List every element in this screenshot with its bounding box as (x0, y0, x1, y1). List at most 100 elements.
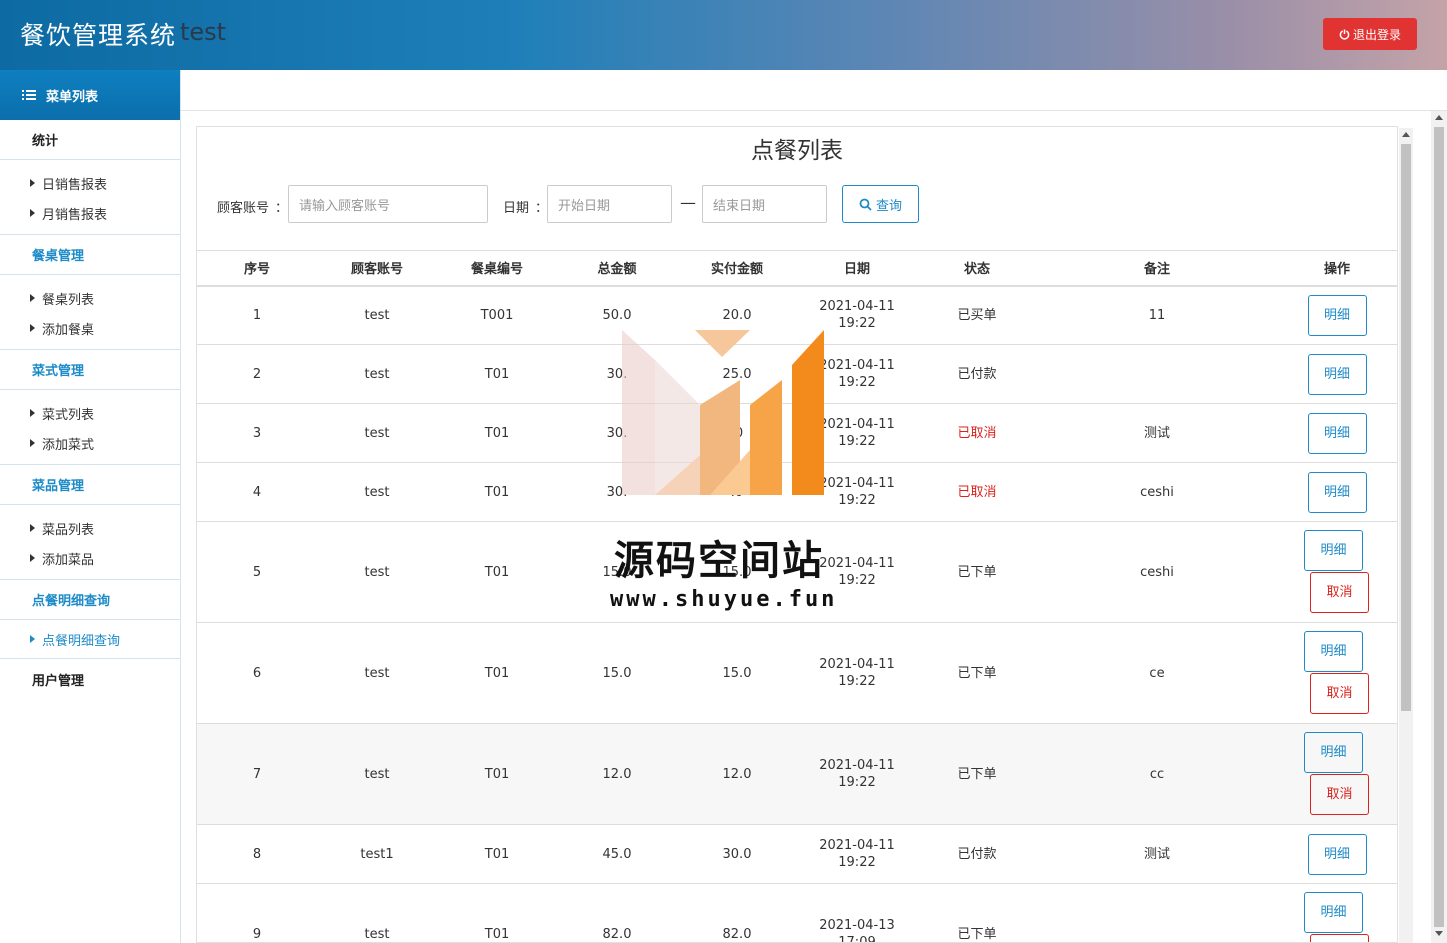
cancel-button[interactable]: 取消 (1310, 934, 1369, 942)
cell-note (1037, 344, 1277, 404)
scroll-up-arrow-icon[interactable] (1402, 132, 1410, 137)
cell-total: 30. (557, 344, 677, 404)
sidebar-item-label: 添加菜式 (42, 437, 95, 453)
cell-no: 9 (197, 883, 317, 942)
cell-date-day: 2021-04-11 (819, 476, 895, 491)
cell-total: 12.0 (557, 723, 677, 825)
cell-ops: 明细取消 (1277, 883, 1397, 942)
detail-button[interactable]: 明细 (1307, 353, 1367, 395)
sidebar-item-daily-report[interactable]: 日销售报表 (0, 168, 180, 198)
caret-right-icon (30, 324, 35, 332)
content-scrollbar[interactable] (1399, 128, 1413, 943)
cell-table: T01 (437, 521, 557, 623)
detail-button[interactable]: 明细 (1304, 732, 1363, 773)
cell-date-time: 19:22 (838, 775, 876, 790)
sidebar-group-dish-types[interactable]: 菜式管理 (0, 350, 180, 390)
cell-date: 2021-04-11 19:22 (797, 824, 917, 884)
sidebar-item-dish-type-list[interactable]: 菜式列表 (0, 398, 180, 428)
cell-date: 2021-04-11 19:22 (797, 462, 917, 522)
detail-button[interactable]: 明细 (1307, 833, 1367, 875)
cell-date-day: 2021-04-11 (819, 358, 895, 373)
cell-ops: 明细 (1277, 344, 1397, 404)
sidebar-group-dishes-items: 菜品列表 添加菜品 (0, 505, 180, 580)
cell-ops: 明细 (1277, 824, 1397, 884)
end-date-input[interactable]: 结束日期 (702, 185, 827, 223)
account-placeholder: 请输入顾客账号 (299, 198, 391, 214)
caret-right-icon (30, 294, 35, 302)
detail-button[interactable]: 明细 (1304, 892, 1363, 933)
cell-status: 已付款 (917, 344, 1037, 404)
scroll-up-arrow-icon[interactable] (1435, 115, 1443, 120)
detail-button[interactable]: 明细 (1304, 631, 1363, 672)
cell-date: 2021-04-11 19:22 (797, 403, 917, 463)
caret-right-icon (30, 209, 35, 217)
sidebar-item-monthly-report[interactable]: 月销售报表 (0, 198, 180, 228)
sidebar-group-tables-items: 餐桌列表 添加餐桌 (0, 275, 180, 350)
sidebar-group-order-query[interactable]: 点餐明细查询 (0, 580, 180, 620)
cancel-button[interactable]: 取消 (1310, 774, 1369, 815)
cell-date-time: 19:22 (838, 674, 876, 689)
sidebar-group-users[interactable]: 用户管理 (0, 659, 180, 699)
cell-status: 已付款 (917, 824, 1037, 884)
sidebar-group-dishes[interactable]: 菜品管理 (0, 465, 180, 505)
cell-paid: 82.0 (677, 883, 797, 942)
cell-account: test (317, 462, 437, 522)
caret-right-icon (30, 524, 35, 532)
column-header: 实付金额 (677, 250, 797, 287)
cell-account: test (317, 622, 437, 724)
cancel-button[interactable]: 取消 (1310, 572, 1369, 613)
date-label: 日期 (503, 201, 530, 216)
cell-note: cc (1037, 723, 1277, 825)
cell-status: 已下单 (917, 883, 1037, 942)
sidebar-item-add-dish-type[interactable]: 添加菜式 (0, 428, 180, 458)
account-input[interactable]: 请输入顾客账号 (288, 185, 488, 223)
start-date-input[interactable]: 开始日期 (547, 185, 672, 223)
cell-table: T01 (437, 344, 557, 404)
sidebar-group-stats[interactable]: 统计 (0, 120, 180, 160)
cell-table: T01 (437, 723, 557, 825)
detail-button[interactable]: 明细 (1307, 471, 1367, 513)
table-row: 8 test1 T01 45.0 30.0 2021-04-11 19:22 已付… (197, 824, 1397, 884)
cell-total: 30. (557, 403, 677, 463)
caret-right-icon (30, 554, 35, 562)
sidebar-header-label: 菜单列表 (46, 89, 99, 105)
sidebar-item-label: 菜品列表 (42, 522, 95, 538)
sidebar-item-order-query[interactable]: 点餐明细查询 (0, 624, 180, 654)
detail-button[interactable]: 明细 (1304, 530, 1363, 571)
cell-account: test (317, 285, 437, 345)
column-header: 餐桌编号 (437, 250, 557, 287)
detail-button[interactable]: 明细 (1307, 412, 1367, 454)
sidebar-item-table-list[interactable]: 餐桌列表 (0, 283, 180, 313)
cell-no: 3 (197, 403, 317, 463)
page-scroll-thumb[interactable] (1434, 127, 1444, 927)
cell-note: ceshi (1037, 521, 1277, 623)
sidebar-item-label: 日销售报表 (42, 177, 108, 193)
cell-no: 6 (197, 622, 317, 724)
search-icon (859, 198, 872, 211)
table-header-row: 序号 顾客账号 餐桌编号 总金额 实付金额 日期 状态 备注 操作 (197, 250, 1397, 287)
detail-button[interactable]: 明细 (1307, 294, 1367, 336)
logout-button[interactable]: 退出登录 (1323, 18, 1417, 50)
cell-date: 2021-04-11 19:22 (797, 622, 917, 724)
scroll-down-arrow-icon[interactable] (1435, 931, 1443, 936)
sidebar-item-add-table[interactable]: 添加餐桌 (0, 313, 180, 343)
cell-date-time: 17:09 (838, 935, 876, 943)
sidebar-item-add-dish[interactable]: 添加菜品 (0, 543, 180, 573)
content-scroll-thumb[interactable] (1401, 144, 1411, 711)
cell-note: ce (1037, 622, 1277, 724)
column-header: 总金额 (557, 250, 677, 287)
sidebar-group-tables[interactable]: 餐桌管理 (0, 235, 180, 275)
cancel-button[interactable]: 取消 (1310, 673, 1369, 714)
sidebar-item-dish-list[interactable]: 菜品列表 (0, 513, 180, 543)
cell-date-day: 2021-04-11 (819, 758, 895, 773)
cell-paid: 12.0 (677, 723, 797, 825)
sidebar-item-label: 月销售报表 (42, 207, 108, 223)
cell-account: test (317, 344, 437, 404)
page-scrollbar[interactable] (1431, 111, 1447, 943)
cell-total: 50.0 (557, 285, 677, 345)
cell-paid: .0 (677, 403, 797, 463)
query-button[interactable]: 查询 (842, 185, 919, 223)
table-row: 2 test T01 30. 25.0 2021-04-11 19:22 已付款 … (197, 344, 1397, 404)
search-bar: 顾客账号 ： 请输入顾客账号 日期 ： 开始日期 — 结束日期 查询 (197, 185, 1397, 225)
cell-date-time: 19:22 (838, 375, 876, 390)
